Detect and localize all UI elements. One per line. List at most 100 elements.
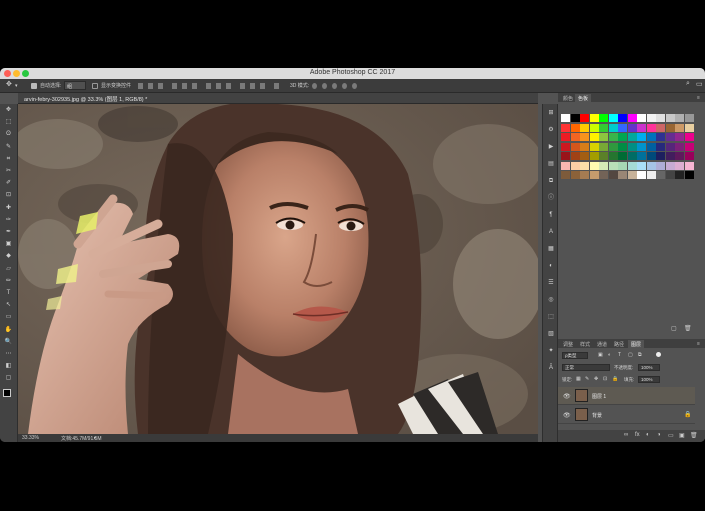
status-menu-icon[interactable]: ▸	[94, 435, 97, 441]
color-swatch[interactable]	[561, 161, 570, 170]
chevron-down-icon[interactable]: ▾	[15, 83, 18, 89]
new-layer-icon[interactable]: ▣	[679, 432, 685, 439]
new-swatch-icon[interactable]: ▢	[671, 325, 677, 332]
color-swatch[interactable]	[627, 152, 637, 160]
color-swatch[interactable]	[570, 133, 580, 141]
color-swatch[interactable]	[589, 114, 599, 122]
workspace-icon[interactable]: ▭	[696, 80, 703, 88]
visibility-eye-icon[interactable]: 👁	[563, 393, 571, 400]
color-swatch[interactable]	[646, 152, 656, 160]
slice-tool-icon[interactable]: ✂	[4, 168, 13, 175]
color-swatch[interactable]	[675, 152, 684, 160]
align-right-icon[interactable]	[192, 83, 197, 89]
auto-select-dropdown[interactable]: 组	[64, 81, 86, 90]
clone-source-panel-icon[interactable]: ◎	[547, 297, 555, 304]
distribute-left-icon[interactable]	[240, 83, 245, 89]
3d-pan-icon[interactable]	[332, 83, 337, 89]
tab-channels[interactable]: 通道	[594, 340, 610, 349]
color-swatch[interactable]	[665, 114, 675, 122]
layer-mask-icon[interactable]: ◐	[646, 432, 650, 438]
color-swatch[interactable]	[618, 142, 627, 151]
foreground-color-swatch[interactable]	[3, 389, 11, 397]
color-swatch[interactable]	[580, 123, 589, 132]
3d-roll-icon[interactable]	[322, 83, 327, 89]
color-swatch[interactable]	[656, 171, 665, 179]
visibility-eye-icon[interactable]: 👁	[563, 412, 571, 419]
color-swatch[interactable]	[646, 142, 656, 151]
color-swatch[interactable]	[618, 161, 627, 170]
eyedropper-tool-icon[interactable]: ✐	[4, 180, 13, 187]
tool-presets-panel-icon[interactable]: ▧	[547, 331, 555, 338]
color-swatch[interactable]	[646, 171, 656, 179]
color-swatch[interactable]	[608, 133, 618, 141]
color-swatch[interactable]	[599, 171, 608, 179]
libraries-panel-icon[interactable]: ⊞	[547, 110, 555, 117]
blur-tool-icon[interactable]: ✏	[4, 278, 13, 285]
color-swatch[interactable]	[570, 161, 580, 170]
color-swatch[interactable]	[561, 142, 570, 151]
filter-pixel-icon[interactable]: ▣	[598, 352, 603, 358]
frame-tool-icon[interactable]: ⊡	[4, 192, 13, 199]
color-swatch[interactable]	[580, 114, 589, 122]
lock-position-icon[interactable]: ✥	[594, 376, 598, 382]
color-swatch[interactable]	[684, 161, 694, 170]
color-swatch[interactable]	[656, 114, 665, 122]
color-swatch[interactable]	[570, 114, 580, 122]
filter-shape-icon[interactable]: ▢	[628, 352, 633, 358]
3d-orbit-icon[interactable]	[312, 83, 317, 89]
color-swatch[interactable]	[618, 114, 627, 122]
color-swatch[interactable]	[589, 152, 599, 160]
color-swatch[interactable]	[589, 161, 599, 170]
path-select-tool-icon[interactable]: ↖	[4, 302, 13, 309]
lock-artboard-icon[interactable]: ⊡	[603, 376, 607, 382]
align-hcenter-icon[interactable]	[182, 83, 187, 89]
delete-swatch-icon[interactable]: 🗑	[684, 325, 692, 332]
filter-adjust-icon[interactable]: ◐	[608, 352, 611, 358]
color-swatch[interactable]	[627, 123, 637, 132]
zoom-level[interactable]: 33.33%	[22, 435, 39, 441]
distribute-right-icon[interactable]	[260, 83, 265, 89]
align-left-icon[interactable]	[172, 83, 177, 89]
blend-mode-dropdown[interactable]: 正常	[562, 364, 610, 371]
brush-tool-icon[interactable]: ✑	[4, 217, 13, 224]
color-swatch[interactable]	[637, 152, 646, 160]
marquee-tool-icon[interactable]: ⬚	[4, 119, 13, 126]
zoom-tool-icon[interactable]: 🔍	[4, 339, 13, 346]
color-swatch[interactable]	[646, 123, 656, 132]
color-swatch[interactable]	[684, 114, 694, 122]
color-swatch[interactable]	[608, 123, 618, 132]
color-swatch[interactable]	[608, 142, 618, 151]
color-swatch[interactable]	[589, 171, 599, 179]
color-swatch[interactable]	[637, 123, 646, 132]
color-swatch[interactable]	[627, 171, 637, 179]
tab-adjustments[interactable]: 调整	[560, 340, 576, 349]
color-swatch[interactable]	[589, 123, 599, 132]
color-swatch[interactable]	[599, 161, 608, 170]
distribute-vcenter-icon[interactable]	[216, 83, 221, 89]
screen-mode-tool-icon[interactable]: ▢	[4, 375, 13, 382]
paragraph-panel-icon[interactable]: ¶	[547, 212, 555, 219]
move-tool-icon[interactable]: ✥	[6, 80, 12, 88]
artboard-panel-icon[interactable]: ⬚	[547, 314, 555, 321]
color-swatch[interactable]	[646, 133, 656, 141]
brush-presets-panel-icon[interactable]: ▦	[547, 246, 555, 253]
color-swatch[interactable]	[665, 152, 675, 160]
color-swatch[interactable]	[599, 123, 608, 132]
hand-tool-icon[interactable]: ✋	[4, 327, 13, 334]
color-swatch[interactable]	[627, 161, 637, 170]
color-swatch[interactable]	[570, 152, 580, 160]
color-swatch[interactable]	[570, 171, 580, 179]
distribute-bottom-icon[interactable]	[226, 83, 231, 89]
distribute-top-icon[interactable]	[206, 83, 211, 89]
color-swatch[interactable]	[561, 133, 570, 141]
color-swatch[interactable]	[656, 133, 665, 141]
type-tool-icon[interactable]: T	[4, 290, 13, 297]
color-swatch[interactable]	[618, 152, 627, 160]
color-swatch[interactable]	[684, 142, 694, 151]
color-swatch[interactable]	[608, 114, 618, 122]
lasso-tool-icon[interactable]: ʘ	[4, 131, 13, 138]
quickmask-tool-icon[interactable]: ◧	[4, 363, 13, 370]
character-style-panel-icon[interactable]: Ā	[547, 365, 555, 372]
healing-tool-icon[interactable]: ✚	[4, 205, 13, 212]
color-swatch[interactable]	[684, 123, 694, 132]
